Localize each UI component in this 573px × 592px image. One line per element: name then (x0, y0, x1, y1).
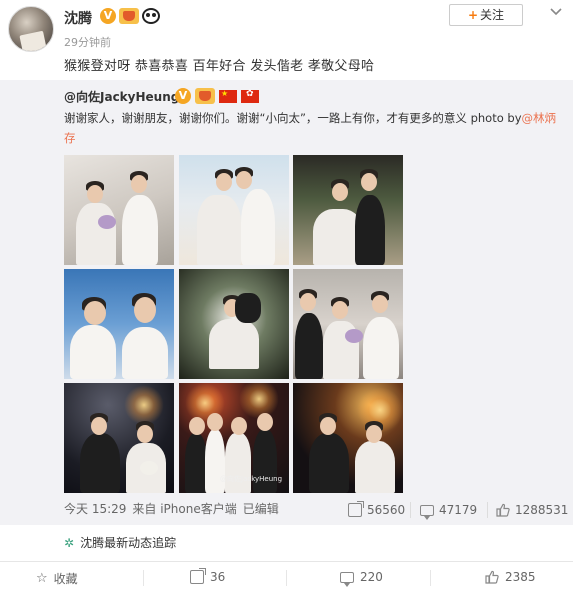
follow-button[interactable]: + 关注 (449, 4, 523, 26)
photo-5[interactable] (179, 269, 289, 379)
like-icon (485, 570, 499, 584)
repost-comments-count: 47179 (439, 503, 478, 517)
repost-likes[interactable]: 1288531 (496, 500, 568, 520)
divider (410, 502, 411, 518)
repost-edited: 已编辑 (242, 502, 279, 516)
favorite-label: 收藏 (53, 572, 78, 586)
tracker-link[interactable]: ✲ 沈腾最新动态追踪 (64, 534, 176, 551)
post-time[interactable]: 29分钟前 (64, 34, 111, 50)
divider (487, 502, 488, 518)
repost-icon (190, 568, 206, 584)
author-badges: V (100, 8, 160, 24)
comment-count: 220 (360, 570, 383, 584)
comment-icon (420, 504, 434, 520)
repost-meta: 今天 15:29 来自 iPhone客户端 已编辑 (64, 500, 285, 520)
hk-flag-icon (241, 89, 259, 103)
divider (143, 570, 144, 586)
photo-6[interactable] (293, 269, 403, 379)
photo-2[interactable] (179, 155, 289, 265)
author-name[interactable]: 沈腾 (64, 8, 92, 28)
photo-7[interactable] (64, 383, 174, 493)
repost-likes-count: 1288531 (515, 503, 569, 517)
tracker-icon: ✲ (64, 535, 75, 550)
divider (430, 570, 431, 586)
repost-reposts-count: 56560 (367, 503, 406, 517)
action-bar: ☆ 收藏 36 220 2385 (0, 561, 573, 592)
post-text: 猴猴登对呀 恭喜恭喜 百年好合 发头偕老 孝敬父母哈 (64, 59, 375, 74)
like-button[interactable]: 2385 (485, 570, 536, 584)
follow-label: 关注 (480, 8, 505, 22)
plus-icon: + (467, 8, 479, 22)
repost-author-badges: V (175, 88, 259, 104)
tracker-label: 沈腾最新动态追踪 (80, 536, 177, 550)
vip-icon (195, 88, 215, 104)
vip-icon (119, 8, 139, 24)
repost-text: 谢谢家人，谢谢朋友，谢谢你们。谢谢“小向太”，一路上有你，才有更多的意义 pho… (64, 108, 564, 148)
photo-4[interactable] (64, 269, 174, 379)
repost-button[interactable]: 36 (190, 568, 226, 584)
avatar[interactable] (8, 6, 54, 52)
photo-grid (64, 155, 404, 493)
repost-icon (348, 501, 364, 517)
repost-author[interactable]: @向佐JackyHeung (64, 88, 179, 105)
like-icon (496, 503, 510, 517)
like-count: 2385 (505, 570, 536, 584)
divider (286, 570, 287, 586)
repost-reposts[interactable]: 56560 (348, 500, 405, 520)
photo-watermark: @向佐JackyHeung (220, 475, 283, 483)
photo-1[interactable] (64, 155, 174, 265)
photo-9[interactable] (293, 383, 403, 493)
repost-source: 来自 iPhone客户端 (132, 502, 237, 516)
photo-3[interactable] (293, 155, 403, 265)
repost-text-main: 谢谢家人，谢谢朋友，谢谢你们。谢谢“小向太”，一路上有你，才有更多的意义 pho… (64, 111, 522, 125)
comment-icon (340, 571, 354, 587)
repost-time[interactable]: 今天 15:29 (64, 502, 126, 516)
star-icon: ☆ (36, 571, 48, 586)
verified-icon: V (175, 88, 191, 104)
comment-button[interactable]: 220 (340, 570, 383, 587)
repost-count: 36 (210, 570, 226, 584)
china-flag-icon (219, 89, 237, 103)
verified-icon: V (100, 8, 116, 24)
panda-icon (142, 8, 160, 24)
weibo-post: 沈腾 V 29分钟前 + 关注 猴猴登对呀 恭喜恭喜 百年好合 发头偕老 孝敬父母… (0, 0, 573, 592)
favorite-button[interactable]: ☆ 收藏 (36, 570, 78, 587)
repost-comments[interactable]: 47179 (420, 500, 477, 520)
more-icon[interactable] (549, 6, 563, 16)
